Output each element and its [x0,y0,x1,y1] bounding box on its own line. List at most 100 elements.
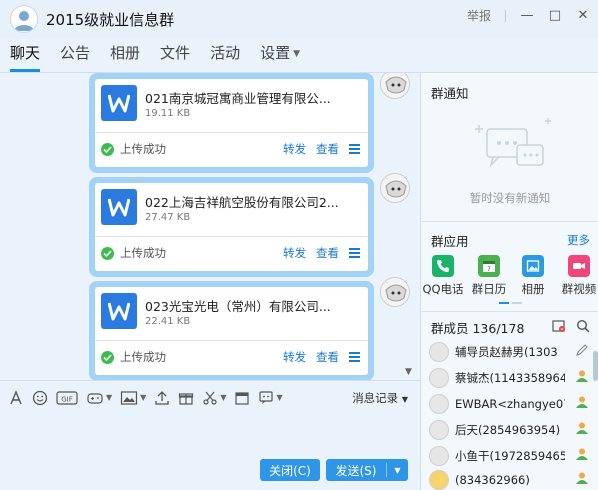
member-role-icon [575,369,589,386]
tab-chat-label: 聊天 [10,44,41,62]
view-link[interactable]: 查看 [316,141,339,157]
check-icon [101,142,114,156]
member-manage-icon[interactable] [552,319,566,336]
tab-album-label: 相册 [110,44,141,62]
forward-link[interactable]: 转发 [283,349,306,365]
member-scrollbar[interactable] [593,351,598,381]
close-button[interactable]: 关闭(C) [260,459,320,481]
maximize-button[interactable]: □ [548,8,562,23]
gif-icon[interactable]: GIF [56,390,78,406]
forward-link[interactable]: 转发 [283,245,306,261]
apps-pager [499,302,522,304]
file-name[interactable]: 022上海吉祥航空股份有限公司2... [145,192,355,211]
search-icon[interactable] [576,319,590,336]
more-tools-icon[interactable]: ▼ [258,390,283,406]
image-icon[interactable]: ▼ [120,390,146,406]
report-button[interactable]: 举报 [467,7,491,24]
word-file-icon [101,189,137,225]
tab-album[interactable]: 相册 [110,42,140,72]
font-icon[interactable] [8,389,24,406]
word-file-icon [101,85,137,121]
member-item[interactable]: 蔡铖杰(1143358964) [429,366,591,390]
menu-icon[interactable] [349,352,360,362]
tab-settings-label: 设置 [260,44,291,62]
member-item[interactable]: 辅导员赵赫男(1303 [429,340,591,364]
message-record-button[interactable]: 消息记录 ▼ [352,390,408,406]
member-item[interactable]: 后天(2854963954) [429,418,591,442]
file-card[interactable]: 023光宝光电（常州）有限公司... 22.41 KB 上传成功 转发 查看 [95,287,368,375]
file-name[interactable]: 023光宝光电（常州）有限公司... [145,296,355,315]
tab-activity[interactable]: 活动 [210,42,240,72]
avatar [429,394,449,414]
member-name: 小鱼干(1972859465) [455,449,565,463]
close-window-button[interactable]: ✕ [576,8,590,23]
chevron-down-icon: ▼ [293,48,301,59]
apps-more-link[interactable]: 更多 [567,232,590,248]
gift-icon[interactable] [178,390,194,406]
message-bubble: 023光宝光电（常州）有限公司... 22.41 KB 上传成功 转发 查看 [89,281,374,380]
file-card[interactable]: 021南京城冠寓商业管理有限公... 19.11 KB 上传成功 转发 查看 [95,79,368,167]
app-group-calendar[interactable]: 7 群日历 [467,255,511,297]
notice-empty-text: 暂时没有新通知 [469,191,551,205]
message-input[interactable] [0,414,420,462]
tab-bar: 聊天 公告 相册 文件 活动 设置 ▼ [0,42,598,72]
menu-icon[interactable] [349,144,360,154]
sender-avatar[interactable] [380,173,410,203]
divider [421,221,598,222]
divider [95,236,368,237]
forward-link[interactable]: 转发 [283,141,306,157]
view-link[interactable]: 查看 [316,245,339,261]
menu-icon[interactable] [349,248,360,258]
tab-activity-label: 活动 [210,44,241,62]
send-options-icon[interactable]: ▼ [387,466,408,475]
member-name: 辅导员赵赫男(1303 [455,345,558,359]
send-label: 发送(S) [335,463,377,478]
tab-notice[interactable]: 公告 [60,42,90,72]
upload-status: 上传成功 [101,141,166,157]
file-name[interactable]: 021南京城冠寓商业管理有限公... [145,88,355,107]
app-label: QQ电话 [422,282,464,296]
sender-avatar[interactable] [380,73,410,99]
upload-status-text: 上传成功 [120,142,166,156]
tab-chat[interactable]: 聊天 [10,42,41,72]
file-size: 27.47 KB [145,212,191,223]
avatar [429,446,449,466]
send-button[interactable]: 发送(S) ▼ [326,459,408,481]
member-item[interactable]: 小鱼干(1972859465) [429,444,591,468]
upload-icon[interactable] [154,390,170,406]
member-item[interactable]: (834362966) [429,468,591,490]
member-item[interactable]: EWBAR<zhangye0711@ [429,392,591,416]
chat-area[interactable]: 021南京城冠寓商业管理有限公... 19.11 KB 上传成功 转发 查看 0… [0,72,420,380]
message-bubble: 021南京城冠寓商业管理有限公... 19.11 KB 上传成功 转发 查看 [89,73,374,173]
view-link[interactable]: 查看 [316,349,339,365]
app-qq-call[interactable]: QQ电话 [421,255,465,297]
game-icon[interactable]: ▼ [86,390,112,406]
tab-files[interactable]: 文件 [160,42,190,72]
edit-icon[interactable] [575,343,589,360]
screenshot-icon[interactable]: ▼ [202,390,226,406]
sender-avatar[interactable] [380,277,410,307]
divider [95,340,368,341]
shake-icon[interactable] [234,390,250,406]
emoji-icon[interactable] [32,390,48,406]
tab-notice-label: 公告 [60,44,91,62]
input-toolbar: GIF ▼ ▼ ▼ ▼ 消息记录 ▼ [0,380,420,414]
members-title: 群成员 136/178 [431,321,525,336]
check-icon [101,350,114,364]
video-icon [568,255,590,277]
app-album[interactable]: 相册 [511,255,555,297]
right-panel: 群通知 暂时没有新通知 群应用 更多 QQ电话 7 群日历 相册 群视频 群成员… [420,72,598,490]
window-controls: 举报 — □ ✕ [467,7,590,24]
file-card[interactable]: 022上海吉祥航空股份有限公司2... 27.47 KB 上传成功 转发 查看 [95,183,368,271]
minimize-button[interactable]: — [520,8,534,23]
app-group-video[interactable]: 群视频 [557,255,598,297]
member-role-icon [575,421,589,438]
message-bubble: 022上海吉祥航空股份有限公司2... 27.47 KB 上传成功 转发 查看 [89,177,374,277]
separator [505,9,506,22]
group-avatar[interactable] [10,5,38,33]
upload-status: 上传成功 [101,245,166,261]
tab-settings[interactable]: 设置 ▼ [260,42,300,72]
avatar [429,342,449,362]
file-actions: 转发 查看 [283,141,360,157]
scroll-down-icon[interactable]: ▼ [405,367,412,377]
